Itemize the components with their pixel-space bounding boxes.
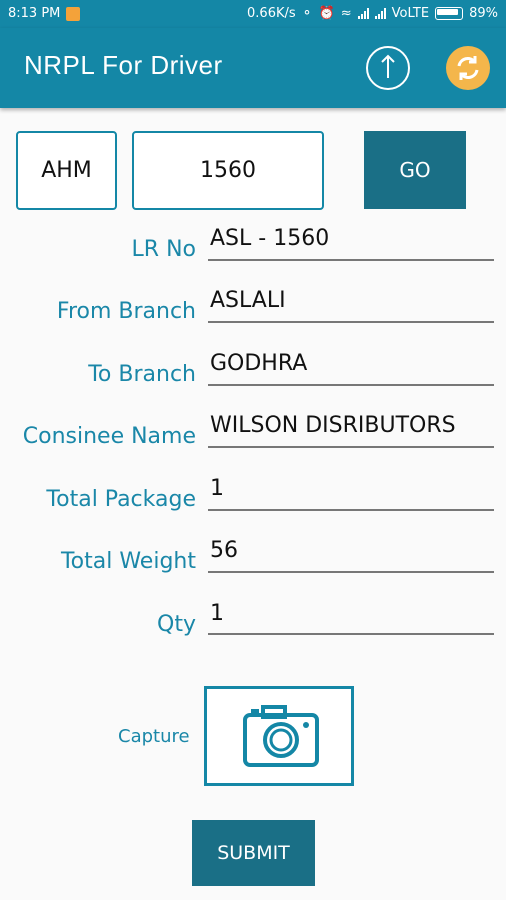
- carrier-label: VoLTE: [391, 6, 430, 21]
- lr-number-value: 1560: [200, 158, 256, 183]
- go-button[interactable]: GO: [364, 131, 466, 209]
- mute-icon: ⚬: [301, 6, 313, 21]
- upload-icon: [381, 54, 395, 78]
- from-branch-underline: [208, 321, 494, 323]
- consignee-name-label: Consinee Name: [22, 424, 196, 449]
- upload-button[interactable]: [366, 46, 410, 90]
- signal-icon: [357, 8, 369, 19]
- total-weight-underline: [208, 571, 494, 573]
- camera-icon: [243, 705, 319, 767]
- total-weight-label: Total Weight: [60, 549, 196, 574]
- total-package-underline: [208, 509, 494, 511]
- lr-no-underline: [208, 259, 494, 261]
- to-branch-field[interactable]: GODHRA: [210, 351, 494, 376]
- wifi-icon: ≈: [340, 6, 352, 21]
- lr-no-label: LR No: [131, 237, 196, 262]
- branch-prefix-input[interactable]: AHM: [16, 131, 117, 210]
- notification-icon: [66, 6, 81, 21]
- app-toolbar: NRPL For Driver: [0, 28, 506, 108]
- branch-prefix-value: AHM: [41, 158, 92, 183]
- capture-button[interactable]: [204, 686, 354, 786]
- battery-percent: 89%: [469, 6, 498, 21]
- from-branch-label: From Branch: [56, 299, 196, 324]
- network-speed: 0.66K/s: [247, 6, 296, 21]
- qty-field[interactable]: 1: [210, 601, 494, 626]
- to-branch-underline: [208, 384, 494, 386]
- status-bar: 8:13 PM 0.66K/s ⚬ ⏰ ≈ VoLTE 89%: [0, 0, 506, 28]
- total-package-label: Total Package: [46, 487, 196, 512]
- alarm-icon: ⏰: [318, 6, 335, 21]
- total-package-field[interactable]: 1: [210, 476, 494, 501]
- lr-no-field[interactable]: ASL - 1560: [210, 226, 494, 251]
- from-branch-field[interactable]: ASLALI: [210, 288, 494, 313]
- submit-button-label: SUBMIT: [217, 842, 290, 864]
- signal-icon-2: [374, 8, 386, 19]
- lr-number-input[interactable]: 1560: [132, 131, 324, 210]
- app-title: NRPL For Driver: [24, 50, 223, 80]
- sync-icon: [457, 56, 479, 80]
- consignee-name-field[interactable]: WILSON DISRIBUTORS: [210, 413, 494, 438]
- to-branch-label: To Branch: [88, 362, 196, 387]
- battery-icon: [435, 7, 464, 20]
- submit-button[interactable]: SUBMIT: [192, 820, 315, 886]
- total-weight-field[interactable]: 56: [210, 538, 494, 563]
- qty-underline: [208, 633, 494, 635]
- capture-label: Capture: [118, 726, 190, 747]
- go-button-label: GO: [399, 158, 431, 182]
- qty-label: Qty: [157, 612, 196, 637]
- status-time: 8:13 PM: [8, 6, 61, 21]
- consignee-name-underline: [208, 446, 494, 448]
- sync-button[interactable]: [446, 46, 490, 90]
